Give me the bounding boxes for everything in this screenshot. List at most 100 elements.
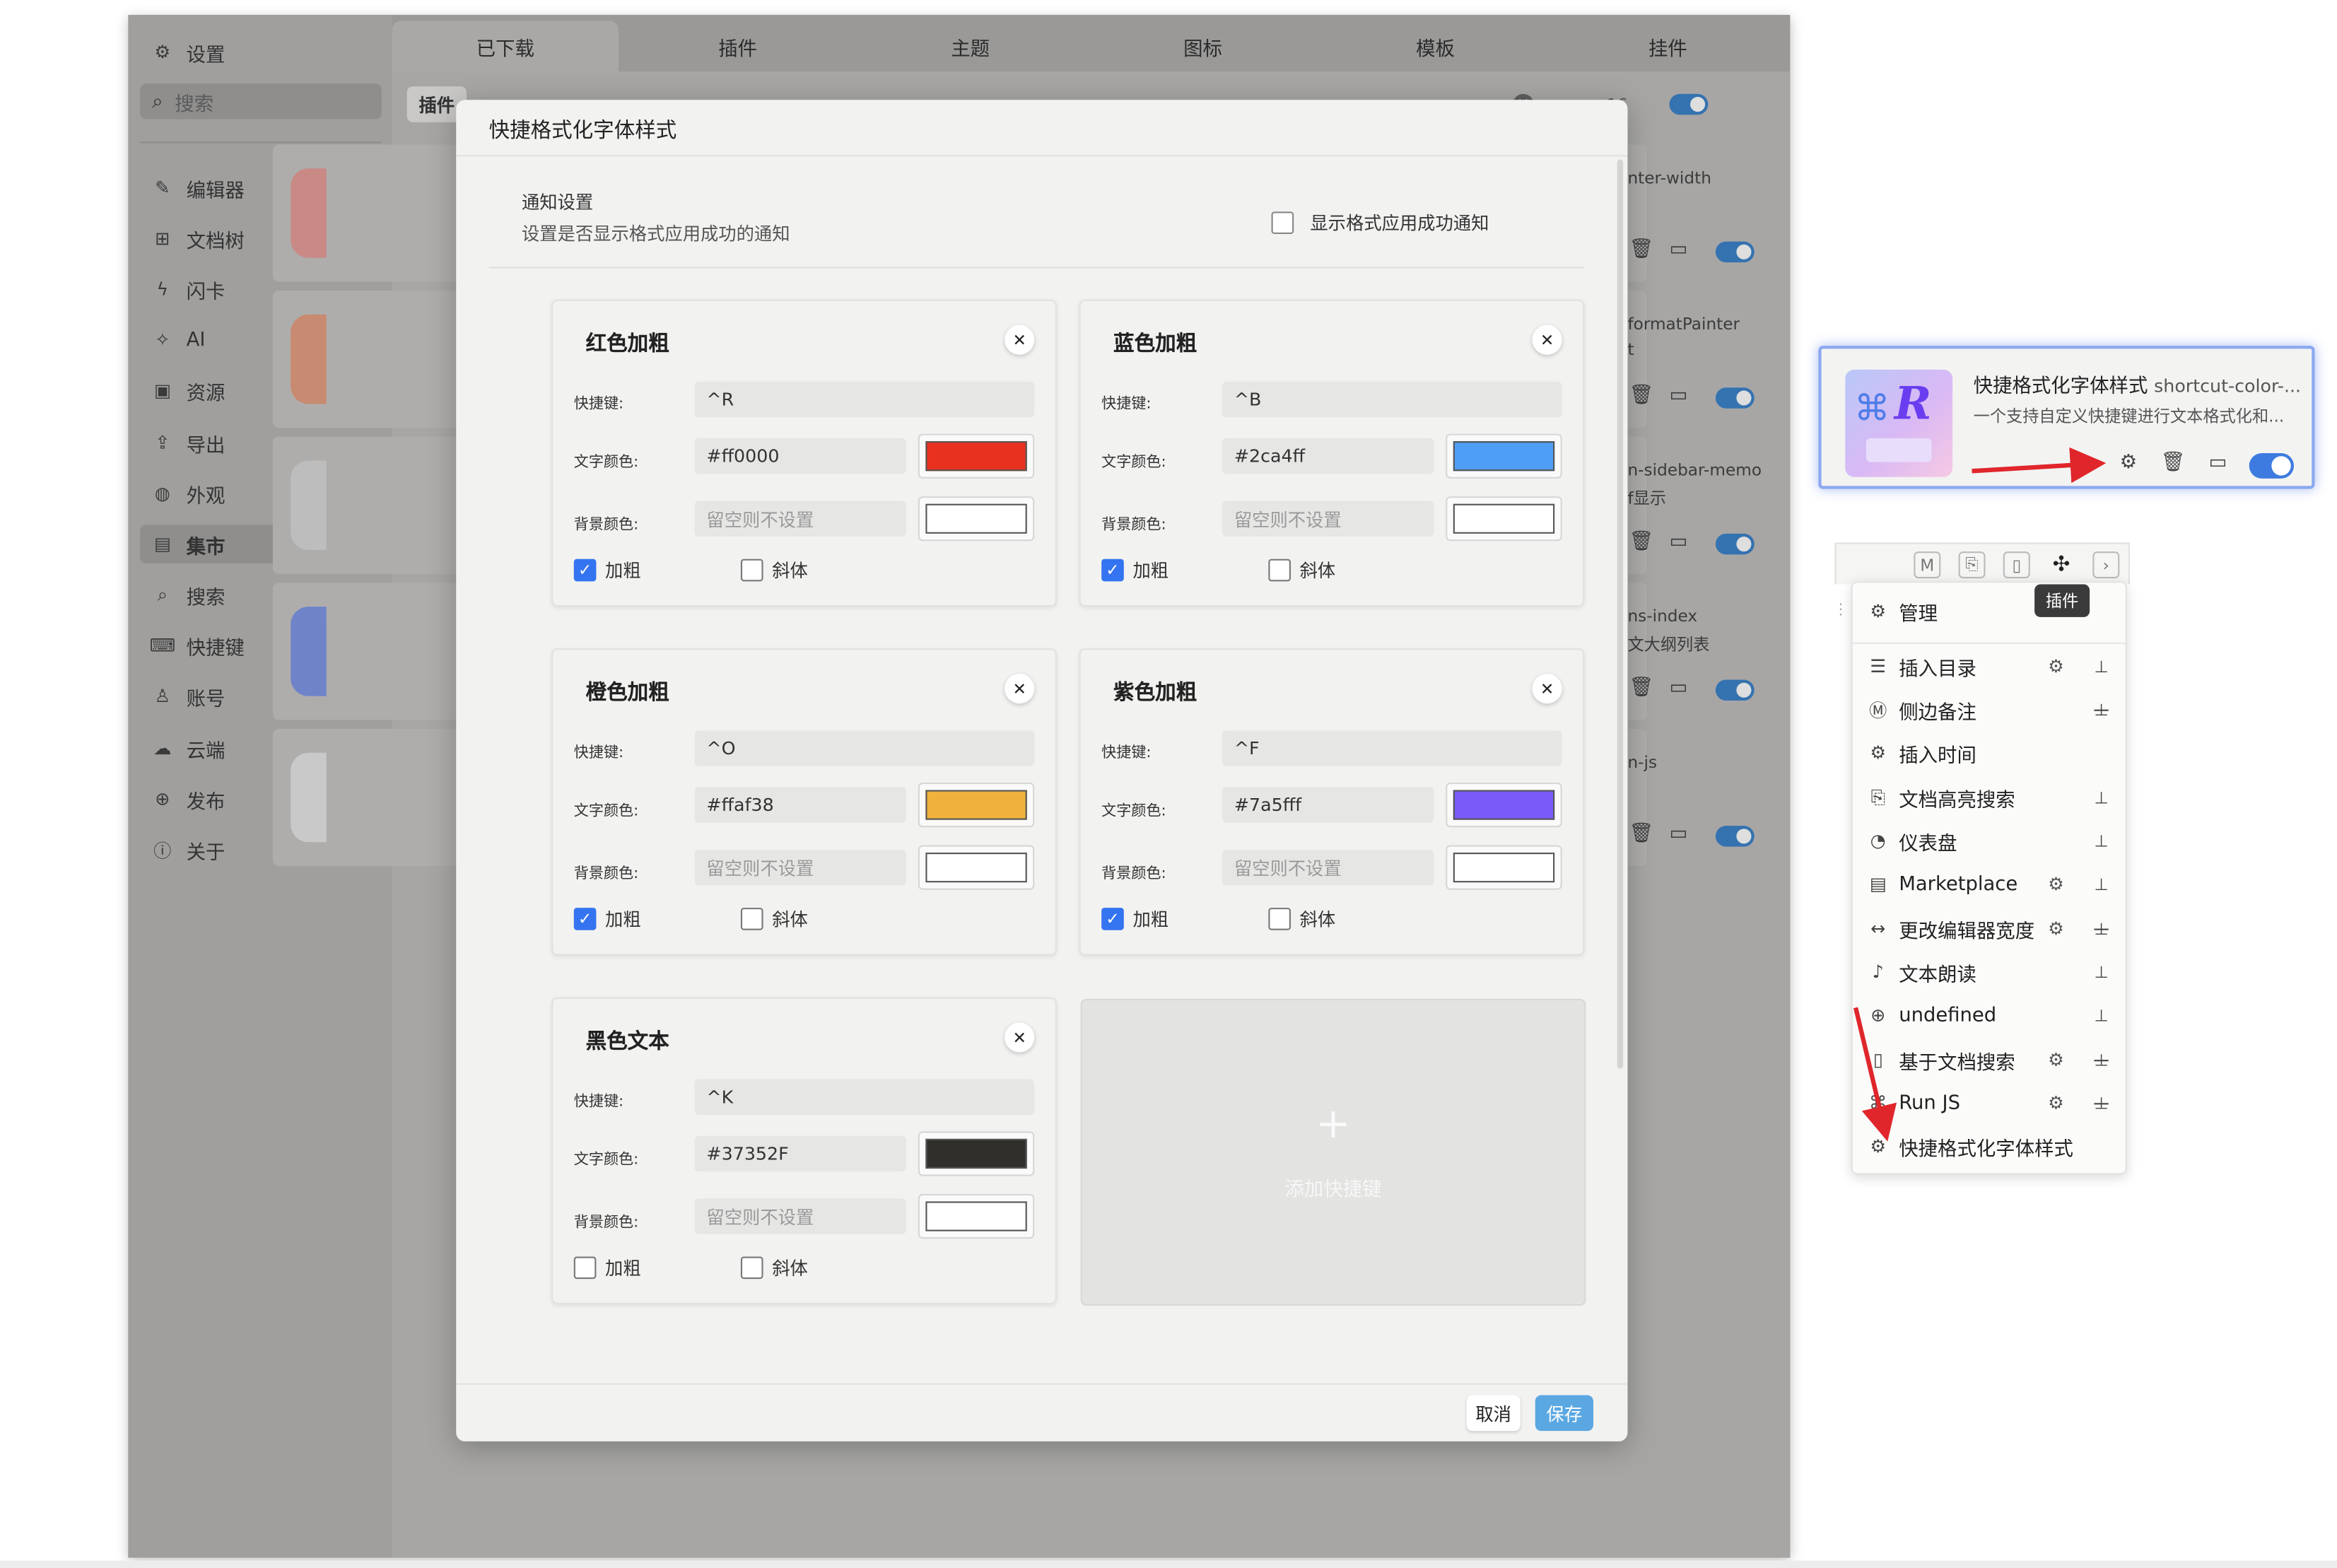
italic-checkbox[interactable]: 斜体 xyxy=(1268,558,1335,583)
text-color-input[interactable]: #ff0000 xyxy=(694,438,906,474)
bold-checkbox[interactable]: ✓ 加粗 xyxy=(1101,906,1168,932)
memo-icon[interactable]: M xyxy=(1914,551,1941,579)
checkbox-icon[interactable]: ✓ xyxy=(1101,558,1124,582)
terminal-icon[interactable]: › xyxy=(2092,551,2120,579)
pin-icon[interactable]: ⊥ xyxy=(2094,831,2108,850)
bg-color-input[interactable]: 留空则不设置 xyxy=(694,849,906,886)
puzzle-plugin-icon[interactable]: ✣ xyxy=(2048,551,2075,578)
shortcut-input[interactable]: ^K xyxy=(694,1079,1035,1116)
menu-item[interactable]: ⊕ undefined ⊥ xyxy=(1853,994,2128,1036)
shortcut-input[interactable]: ^F xyxy=(1222,730,1562,766)
bg-color-picker[interactable] xyxy=(918,496,1035,542)
delete-shortcut-button[interactable]: ✕ xyxy=(1532,324,1562,355)
menu-item[interactable]: ⎘ 文档高亮搜索 ⊥ xyxy=(1853,777,2128,819)
trash-icon[interactable]: 🗑 xyxy=(1629,531,1654,554)
pin-icon[interactable]: ⊥ xyxy=(2094,1005,2108,1024)
menu-item[interactable]: ☰ 插入目录 ⚙ ⊥ xyxy=(1853,645,2128,687)
settings-gear-icon[interactable]: ⚙ xyxy=(2048,1093,2064,1114)
settings-gear-icon[interactable]: ⚙ xyxy=(2048,874,2064,895)
shortcut-input[interactable]: ^B xyxy=(1222,381,1562,418)
text-color-input[interactable]: #ffaf38 xyxy=(694,787,906,823)
menu-item[interactable]: Ⓜ 侧边备注 ⊥ xyxy=(1853,689,2128,730)
bold-checkbox[interactable]: ✓ 加粗 xyxy=(573,906,641,932)
sidebar-search-input[interactable]: ⌕ 搜索 xyxy=(140,83,382,119)
bg-color-picker[interactable] xyxy=(918,845,1035,890)
checkbox-icon[interactable] xyxy=(1271,211,1294,235)
tab-downloaded[interactable]: 已下载 xyxy=(392,21,619,72)
menu-item[interactable]: ▤ Marketplace ⚙ ⊥ xyxy=(1853,863,2128,905)
show-enabled-toggle[interactable] xyxy=(1669,93,1709,115)
delete-shortcut-button[interactable]: ✕ xyxy=(1004,324,1035,355)
unpin-icon[interactable]: ⊥ xyxy=(2094,1094,2108,1113)
settings-gear-icon[interactable]: ⚙ xyxy=(2048,656,2064,677)
menu-item[interactable]: ◔ 仪表盘 ⊥ xyxy=(1853,820,2128,862)
trash-icon[interactable]: 🗑 xyxy=(1629,238,1654,261)
checkbox-icon[interactable]: ✓ xyxy=(573,908,597,930)
italic-checkbox[interactable]: 斜体 xyxy=(740,906,808,932)
bg-color-input[interactable]: 留空则不设置 xyxy=(1222,849,1434,886)
unpin-icon[interactable]: ⊥ xyxy=(2094,700,2108,719)
checkbox-icon[interactable] xyxy=(740,558,763,582)
bg-color-picker[interactable] xyxy=(1446,845,1562,890)
plugin-enable-toggle[interactable] xyxy=(1715,387,1755,409)
unpin-icon[interactable]: ⊥ xyxy=(2094,1050,2108,1069)
text-color-picker[interactable] xyxy=(918,782,1035,828)
pin-icon[interactable]: ⊥ xyxy=(2094,962,2108,981)
plugin-enable-toggle[interactable] xyxy=(1715,533,1755,555)
checkbox-icon[interactable] xyxy=(740,1256,763,1280)
delete-shortcut-button[interactable]: ✕ xyxy=(1532,674,1562,704)
tab-icons[interactable]: 图标 xyxy=(1089,21,1316,72)
doc-search-icon[interactable]: ⎘ xyxy=(1958,551,1986,579)
menu-item[interactable]: ♪ 文本朗读 ⊥ xyxy=(1853,951,2128,993)
cancel-button[interactable]: 取消 xyxy=(1466,1395,1521,1432)
text-color-input[interactable]: #7a5fff xyxy=(1222,787,1434,823)
shortcut-input[interactable]: ^O xyxy=(694,730,1035,766)
text-color-input[interactable]: #37352F xyxy=(694,1135,906,1172)
bold-checkbox[interactable]: 加粗 xyxy=(573,1255,641,1280)
pin-icon[interactable]: ⊥ xyxy=(2094,788,2108,807)
checkbox-icon[interactable] xyxy=(740,908,763,930)
bg-color-input[interactable]: 留空则不设置 xyxy=(694,1198,906,1234)
menu-item[interactable]: ▯ 基于文档搜索 ⚙ ⊥ xyxy=(1853,1039,2128,1081)
delete-shortcut-button[interactable]: ✕ xyxy=(1004,674,1035,704)
text-color-picker[interactable] xyxy=(1446,433,1562,479)
show-notification-checkbox[interactable]: 显示格式应用成功通知 xyxy=(1271,210,1489,235)
add-shortcut-button[interactable]: + 添加快捷键 xyxy=(1080,998,1586,1306)
menu-item[interactable]: ⌘ Run JS ⚙ ⊥ xyxy=(1853,1082,2128,1124)
italic-checkbox[interactable]: 斜体 xyxy=(1268,906,1335,932)
italic-checkbox[interactable]: 斜体 xyxy=(740,1255,808,1280)
folder-icon[interactable]: ▭ xyxy=(1670,385,1688,407)
sidebar-item-settings[interactable]: ⚙ 设置 xyxy=(140,33,382,71)
menu-item[interactable]: ↔ 更改编辑器宽度 ⚙ ⊥ xyxy=(1853,908,2128,949)
bg-color-input[interactable]: 留空则不设置 xyxy=(1222,501,1434,537)
menu-item[interactable]: ⚙ 插入时间 xyxy=(1853,732,2128,773)
plugin-enable-toggle[interactable] xyxy=(2249,452,2294,479)
folder-icon[interactable]: ▭ xyxy=(1670,823,1688,846)
settings-gear-icon[interactable]: ⚙ xyxy=(2106,452,2150,474)
folder-icon[interactable]: ▭ xyxy=(1670,677,1688,699)
plugin-enable-toggle[interactable] xyxy=(1715,826,1755,847)
folder-icon[interactable]: ▭ xyxy=(2196,452,2240,474)
tab-widgets[interactable]: 挂件 xyxy=(1554,21,1781,72)
italic-checkbox[interactable]: 斜体 xyxy=(740,558,808,583)
trash-icon[interactable]: 🗑 xyxy=(1629,385,1654,407)
save-button[interactable]: 保存 xyxy=(1535,1395,1593,1432)
plugin-enable-toggle[interactable] xyxy=(1715,241,1755,263)
checkbox-icon[interactable]: ✓ xyxy=(1101,908,1124,930)
folder-icon[interactable]: ▭ xyxy=(1670,238,1688,261)
pin-icon[interactable]: ⊥ xyxy=(2094,657,2108,676)
plugin-enable-toggle[interactable] xyxy=(1715,679,1755,701)
settings-gear-icon[interactable]: ⚙ xyxy=(2048,1049,2064,1070)
delete-shortcut-button[interactable]: ✕ xyxy=(1004,1022,1035,1053)
doc-icon[interactable]: ▯ xyxy=(2003,551,2030,579)
checkbox-icon[interactable] xyxy=(573,1256,597,1280)
bg-color-picker[interactable] xyxy=(1446,496,1562,542)
unpin-icon[interactable]: ⊥ xyxy=(2094,919,2108,938)
trash-icon[interactable]: 🗑 xyxy=(1629,823,1654,846)
menu-item[interactable]: ⚙ 快捷格式化字体样式 xyxy=(1853,1125,2128,1167)
checkbox-icon[interactable] xyxy=(1268,558,1291,582)
text-color-picker[interactable] xyxy=(1446,782,1562,828)
trash-icon[interactable]: 🗑 xyxy=(1629,677,1654,699)
pin-icon[interactable]: ⊥ xyxy=(2094,874,2108,894)
tab-plugins[interactable]: 插件 xyxy=(624,21,850,72)
